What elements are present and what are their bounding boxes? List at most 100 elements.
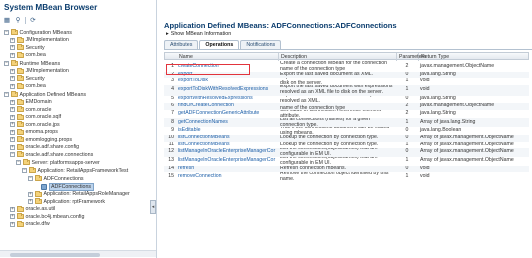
tree-node[interactable]: + Application: rptFramework [28,198,105,205]
tab-notifications[interactable]: Notifications [240,40,282,49]
tree-node[interactable]: + EMDomain [10,98,52,106]
tree-node[interactable]: + oracle.dfw [10,220,50,228]
parameter-count: 0 [405,127,409,134]
expand-icon[interactable]: + [10,206,15,212]
tree-node[interactable]: + JMImplementation [10,67,69,75]
tree-node[interactable]: + com.oracle [10,106,51,113]
tree-node[interactable]: + com.oracle.jps [10,121,60,128]
tree-node[interactable]: + emomlogging.props [10,136,72,143]
collapse-icon[interactable]: − [4,61,9,66]
tree-node[interactable]: − Application: RetailAppsFrameworkTest [22,167,128,174]
parameter-count: 0 [405,95,409,102]
table-row[interactable]: 12 listManageInOracleEnterpriseManagerCor… [164,147,529,157]
operation-name-link[interactable]: getADFConnectionGenericAttribute [176,110,278,119]
collapse-icon[interactable]: − [22,168,27,173]
tree-node[interactable]: + JMImplementation [10,36,69,44]
collapse-icon[interactable]: − [16,160,21,165]
tree-node[interactable]: + Security [10,44,45,51]
tree-view-icon[interactable]: ▦ [3,16,11,24]
operation-name-link[interactable]: exportWithResolvedExpressions [176,96,278,103]
collapse-icon[interactable]: − [4,30,9,35]
show-mbean-info-toggle[interactable]: ▸ Show MBean Information [166,31,231,37]
table-row[interactable]: 6findOrCreateConnectionCreate a connecti… [164,102,529,110]
tree-node[interactable]: + com.bea [10,51,46,59]
tree-horizontal-scrollbar[interactable] [0,250,156,257]
collapse-icon[interactable]: − [4,92,9,97]
return-type: java.lang.String [420,109,456,116]
table-row[interactable]: 7 getADFConnectionGenericAttribute Get val… [164,110,529,119]
collapse-icon[interactable]: − [28,176,33,181]
tree-node[interactable]: + Application: RetailAppsRoleManager [28,190,130,198]
expand-icon[interactable]: + [10,107,15,112]
expand-icon[interactable]: + [10,83,15,89]
tree-node-label: emoma.props [25,129,58,135]
scrollbar-thumb[interactable] [10,252,100,257]
tree-node[interactable]: + oracle.as.util [10,205,55,213]
expand-icon[interactable]: + [10,129,15,135]
tree-node-label: Application: RetailAppsRoleManager [43,191,130,197]
folder-icon [22,159,30,165]
operation-name-link[interactable]: findOrCreateConnection [176,103,278,110]
tab-attributes[interactable]: Attributes [164,40,199,49]
operation-description: True if the connections document can be … [280,127,390,135]
expand-icon[interactable]: + [10,99,15,105]
operation-name-link[interactable]: exportToDiskWithResolvedExpressions [176,85,278,96]
expand-icon[interactable]: + [10,214,15,219]
table-row[interactable]: 13 listManageInOracleEnterpriseManagerCor… [164,157,529,166]
expand-icon[interactable]: + [10,45,15,50]
tree-node[interactable]: − Server: platformsapps-server [16,159,100,166]
tree-node-label: JMImplementation [25,37,69,43]
expand-icon[interactable]: + [10,68,15,74]
expand-icon[interactable]: + [10,37,15,43]
tree-node[interactable]: + emoma.props [10,128,58,136]
column-header-parameters[interactable]: Parameters [397,53,426,61]
tree-node[interactable]: + Security [10,75,45,82]
operation-name-link[interactable]: listManageInOracleEnterpriseManagerCor [176,157,278,166]
operation-description: Export the last saved document with expr… [280,84,393,95]
tab-operations[interactable]: Operations [199,40,240,49]
table-row[interactable]: 8 getConnectionNames List all connections … [164,118,529,127]
expand-icon[interactable]: + [28,191,33,197]
operation-name-link[interactable]: getConnectionNames [176,118,278,127]
tree-node-label: com.bea [25,52,46,58]
row-number: 13 [168,157,174,164]
table-row[interactable]: 9 isEditable True if the connections docum… [164,127,529,135]
tree-node[interactable]: + oracle.adf.share.config [10,143,79,151]
column-header-name[interactable]: Name [177,53,279,61]
operation-name-link[interactable]: listManageInOracleEnterpriseManagerCor [176,148,278,157]
column-header-description[interactable]: Description [279,53,397,61]
collapse-icon[interactable]: − [10,152,15,157]
expand-icon[interactable]: + [10,52,15,58]
table-row[interactable]: 5exportWithResolvedExpressionsExport the… [164,96,529,103]
parameter-count: 0 [405,148,409,155]
expand-icon[interactable]: + [10,221,15,227]
tree-node[interactable]: − Runtime MBeans [4,60,60,67]
filter-icon[interactable]: ⚲ [14,16,22,24]
expand-icon[interactable]: + [28,199,33,204]
tree-node[interactable]: − Configuration MBeans [4,29,72,36]
tree-node[interactable]: + com.oracle.sqlf [10,113,61,121]
tree-node[interactable]: − Application Defined MBeans [4,91,86,98]
operation-name-link[interactable]: isEditable [176,127,278,135]
tree-node[interactable]: − oracle.adf.share.connections [10,151,93,158]
tree-node-label: oracle.adf.share.connections [25,151,94,158]
table-row[interactable]: 15 removeConnection Remove the connection … [164,172,529,183]
tree-node-label: com.bea [25,83,46,89]
tree-node[interactable]: − ADFConnections [28,175,84,182]
expand-icon[interactable]: + [10,76,15,81]
expand-icon[interactable]: + [10,144,15,150]
column-header-return-type[interactable]: Return Type [419,53,530,61]
refresh-icon[interactable]: ⟳ [29,16,37,24]
expand-icon[interactable]: + [10,122,15,127]
expand-icon[interactable]: + [10,114,15,120]
expand-icon[interactable]: + [10,137,15,142]
parameter-count: 1 [405,118,409,125]
folder-icon [34,198,42,204]
tree-node[interactable]: + oracle.bc4j.mbean.config [10,213,84,220]
tree-node[interactable]: + com.bea [10,82,46,90]
table-row[interactable]: 4 exportToDiskWithResolvedExpressions Expo… [164,84,529,96]
collapse-panel-handle[interactable]: ◂ [150,200,156,214]
tree-node[interactable]: ADFConnections [34,182,94,191]
tree-node-label: Configuration MBeans [19,29,72,36]
operation-name-link[interactable]: removeConnection [176,172,278,183]
